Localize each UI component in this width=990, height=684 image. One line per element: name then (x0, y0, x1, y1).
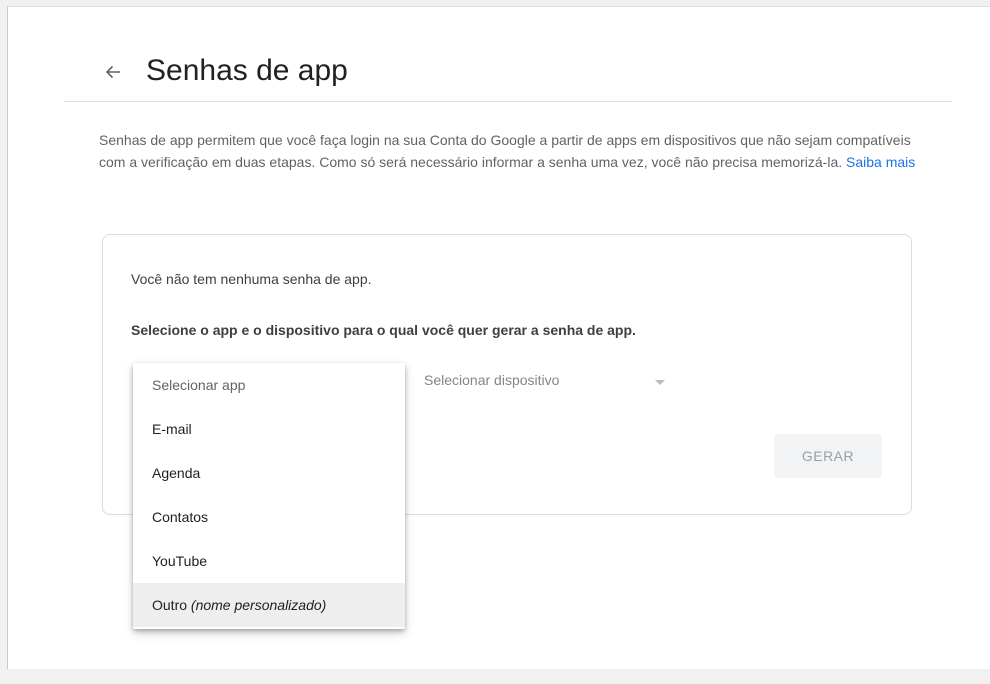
page-title: Senhas de app (146, 54, 348, 87)
page-header: Senhas de app (64, 46, 952, 102)
no-passwords-text: Você não tem nenhuma senha de app. (131, 271, 372, 287)
learn-more-link[interactable]: Saiba mais (846, 154, 915, 170)
arrow-back-icon[interactable] (104, 60, 126, 84)
app-option-custom-hint: (nome personalizado) (190, 597, 327, 613)
device-select[interactable]: Selecionar dispositivo (424, 372, 674, 398)
generate-button[interactable]: GERAR (774, 434, 882, 478)
app-option-custom[interactable]: Outro (nome personalizado) (133, 583, 405, 627)
description-text: Senhas de app permitem que você faça log… (99, 132, 911, 170)
app-option-youtube[interactable]: YouTube (133, 539, 405, 583)
description: Senhas de app permitem que você faça log… (99, 129, 919, 173)
app-option-email[interactable]: E-mail (133, 407, 405, 451)
dropdown-arrow-icon (655, 380, 665, 385)
instruction-text: Selecione o app e o dispositivo para o q… (131, 322, 636, 338)
app-option-agenda[interactable]: Agenda (133, 451, 405, 495)
app-select-dropdown: Selecionar app E-mail Agenda Contatos Yo… (133, 363, 405, 629)
app-option-contatos[interactable]: Contatos (133, 495, 405, 539)
device-select-placeholder: Selecionar dispositivo (424, 372, 560, 388)
app-select-placeholder[interactable]: Selecionar app (133, 363, 405, 407)
app-option-custom-label: Outro (152, 597, 188, 613)
